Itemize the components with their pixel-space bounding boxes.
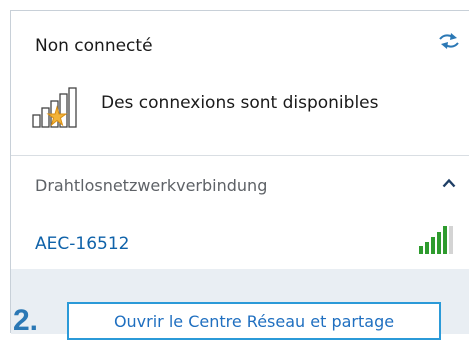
open-network-center-link[interactable]: Ouvrir le Centre Réseau et partage (67, 302, 441, 340)
status-title: Non connecté (35, 36, 153, 56)
refresh-icon[interactable] (437, 31, 461, 51)
flyout-footer: 2. Ouvrir le Centre Réseau et partage (11, 269, 469, 340)
step-number-label: 2. (13, 304, 39, 337)
network-flyout: Non connecté Des connexions sont disponi… (10, 10, 469, 340)
wifi-signal-full-icon (419, 226, 453, 254)
signal-bars-with-star-icon (32, 87, 77, 128)
network-item-aec-16512[interactable]: AEC-16512 (35, 234, 129, 254)
chevron-up-icon[interactable] (442, 178, 456, 188)
availability-text: Des connexions sont disponibles (101, 93, 379, 113)
connection-status-section: Non connecté Des connexions sont disponi… (11, 11, 469, 155)
adapter-name: Drahtlosnetzwerkverbindung (35, 176, 268, 195)
wireless-adapter-section: Drahtlosnetzwerkverbindung AEC-16512 (11, 156, 469, 269)
open-network-center-label: Ouvrir le Centre Réseau et partage (113, 311, 395, 331)
